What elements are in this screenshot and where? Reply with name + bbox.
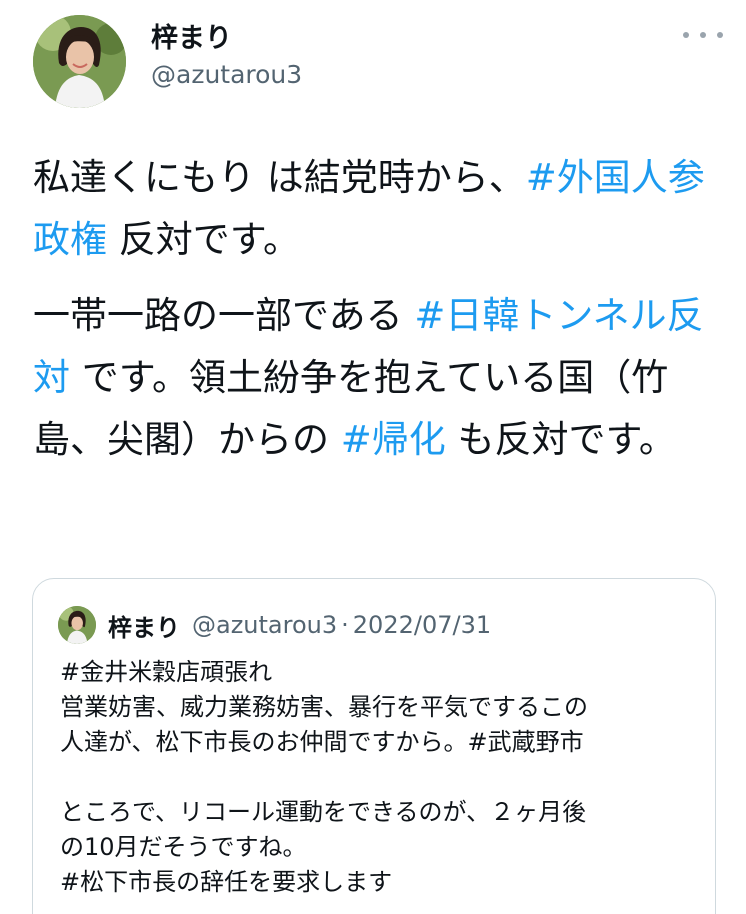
tweet-paragraph-1: 私達くにもり は結党時から、#外国人参政権 反対です。 [33, 147, 713, 271]
quoted-date: 2022/07/31 [352, 611, 492, 639]
text-segment: 人達が、松下市長のお仲間ですから。 [60, 728, 468, 756]
quoted-avatar [58, 606, 96, 644]
quoted-line: #松下市長の辞任を要求します [60, 865, 700, 900]
tweet-page: 梓まり @azutarou3 私達くにもり は結党時から、#外国人参政権 反対で… [0, 0, 746, 914]
quoted-line: の10月だそうですね。 [60, 833, 307, 861]
text-segment: 私達くにもり は結党時から、 [33, 156, 526, 199]
text-segment: 反対です。 [107, 218, 301, 261]
tweet-header: 梓まり @azutarou3 [33, 15, 723, 110]
display-name[interactable]: 梓まり [151, 23, 232, 55]
quoted-user-handle: @azutarou3 [192, 611, 338, 639]
hashtag-link[interactable]: #帰化 [341, 418, 446, 461]
quoted-line: 人達が、松下市長のお仲間ですから。#武蔵野市 [60, 725, 700, 760]
text-segment: も反対です。 [445, 418, 676, 461]
more-dot [700, 32, 706, 38]
more-dot [683, 32, 689, 38]
more-dot [717, 32, 723, 38]
quoted-line: ところで、リコール運動をできるのが、２ヶ月後 [60, 798, 587, 826]
avatar[interactable] [33, 15, 126, 108]
quoted-line: #金井米穀店頑張れ [60, 655, 700, 690]
separator-dot: · [341, 611, 349, 639]
quoted-hashtag: #武蔵野市 [467, 728, 584, 756]
quoted-line: 営業妨害、威力業務妨害、暴行を平気でするこの [60, 693, 588, 721]
user-handle[interactable]: @azutarou3 [151, 59, 302, 91]
quoted-display-name: 梓まり [108, 613, 180, 642]
quoted-tweet-header: 梓まり @azutarou3 · 2022/07/31 [58, 605, 491, 645]
text-segment: 一帯一路の一部である [33, 294, 415, 337]
profile-photo-icon [58, 606, 96, 644]
quoted-hashtag: #金井米穀店頑張れ [60, 658, 273, 686]
tweet-paragraph-2: 一帯一路の一部である #日韓トンネル反対 です。領土紛争を抱えている国（竹島、尖… [33, 285, 713, 471]
more-options-icon[interactable] [683, 23, 723, 47]
quoted-tweet-text: #金井米穀店頑張れ 営業妨害、威力業務妨害、暴行を平気でするこの 人達が、松下市… [60, 655, 700, 900]
quoted-tweet-card[interactable]: 梓まり @azutarou3 · 2022/07/31 #金井米穀店頑張れ 営業… [32, 578, 716, 914]
tweet-text: 私達くにもり は結党時から、#外国人参政権 反対です。 一帯一路の一部である #… [33, 147, 713, 485]
quoted-hashtag: #松下市長の辞任を要求します [60, 868, 393, 896]
profile-photo-icon [33, 15, 126, 108]
